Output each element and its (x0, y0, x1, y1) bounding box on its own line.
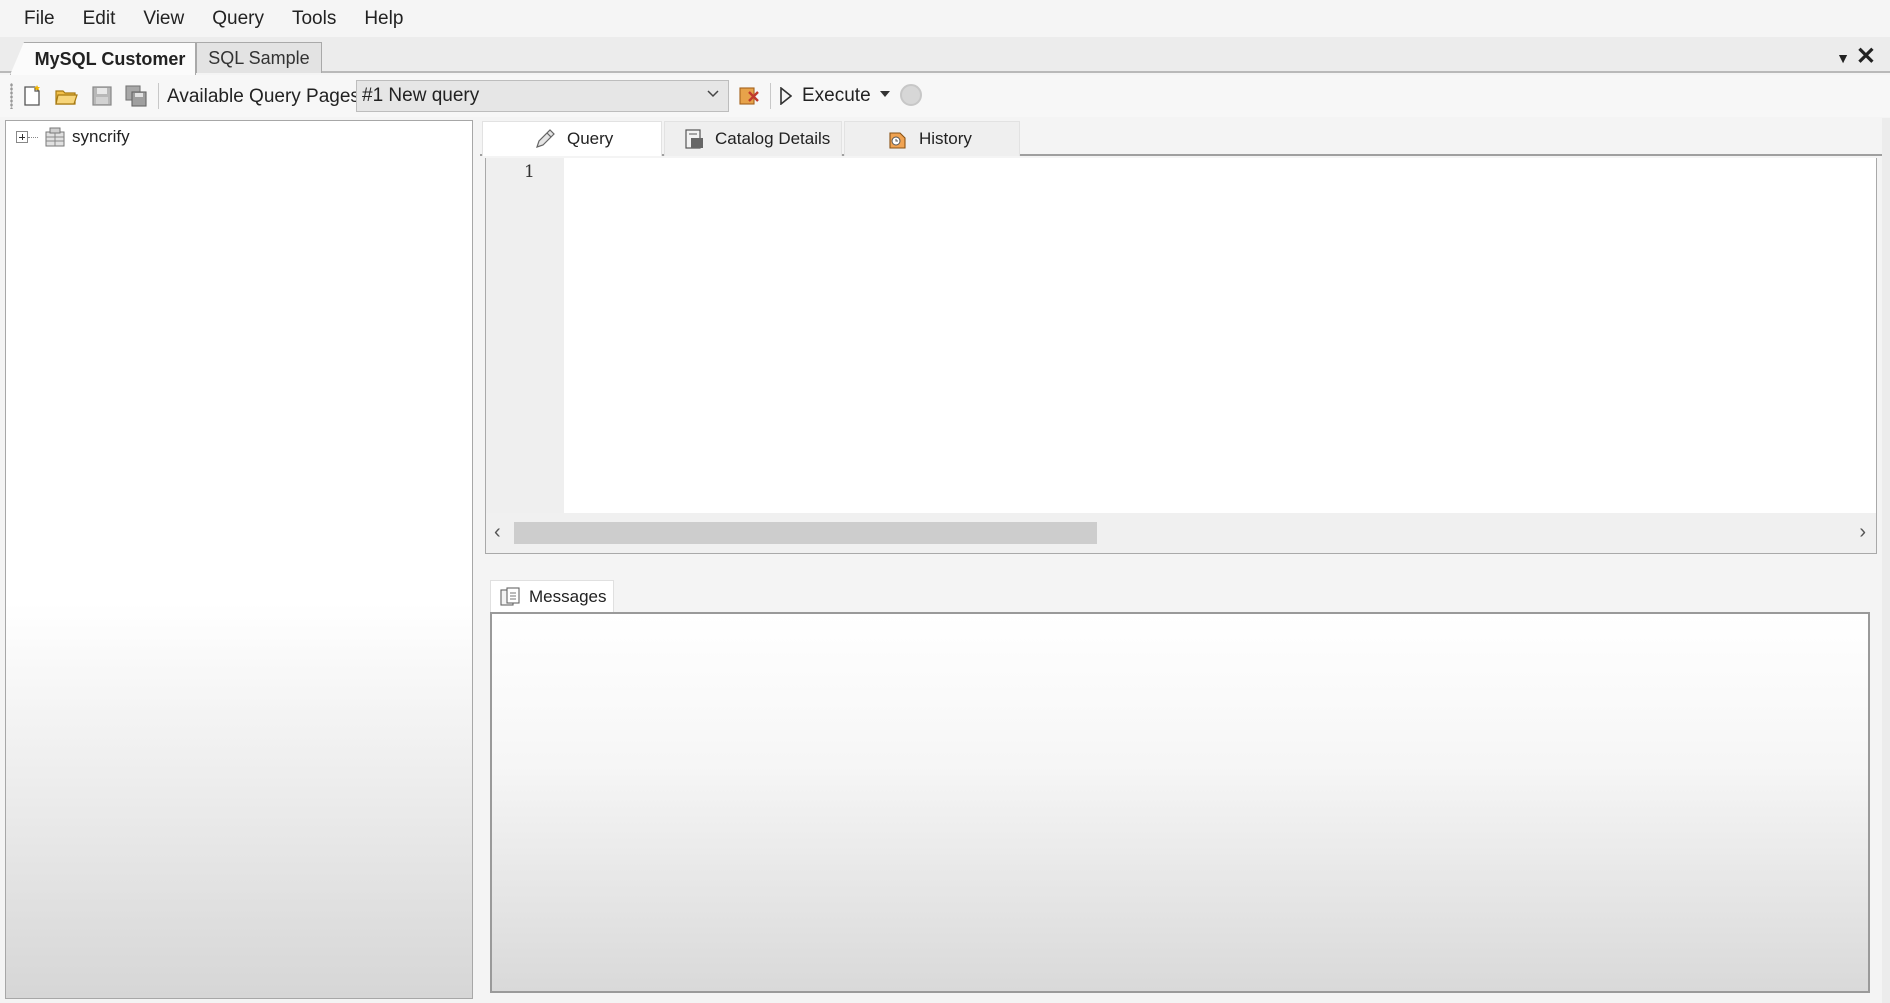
doc-tab-label: MySQL Customer (34, 48, 186, 69)
scroll-left-icon[interactable]: ‹ (494, 521, 501, 544)
expand-icon[interactable] (16, 131, 28, 143)
catalog-icon (685, 129, 703, 149)
tab-label: Messages (529, 586, 607, 606)
menu-view[interactable]: View (129, 8, 198, 30)
document-tab-strip: MySQL Customer SQL Sample ▼ ✕ (0, 37, 1890, 75)
doc-tab-label: SQL Sample (208, 47, 310, 68)
scrollbar-thumb[interactable] (514, 522, 1097, 544)
tab-label: Query (567, 129, 614, 148)
horizontal-scrollbar[interactable]: ‹ › (486, 513, 1876, 553)
tab-label: Catalog Details (715, 129, 831, 148)
doc-tab-sql-sample[interactable]: SQL Sample (196, 42, 322, 73)
close-icon[interactable]: ✕ (1856, 42, 1876, 71)
tab-messages[interactable]: Messages (490, 580, 614, 612)
database-icon (45, 127, 65, 147)
toolbar-grip[interactable] (10, 83, 13, 109)
sql-editor[interactable]: 1 ‹ › (485, 158, 1877, 554)
open-folder-icon[interactable] (54, 84, 78, 108)
save-all-icon[interactable] (124, 84, 148, 108)
tree-node-label: syncrify (72, 127, 130, 146)
scroll-right-icon[interactable]: › (1859, 521, 1866, 544)
pencil-icon (536, 129, 555, 148)
tab-list-dropdown-icon[interactable]: ▼ (1836, 50, 1850, 66)
menu-help[interactable]: Help (350, 8, 417, 30)
tab-label: History (919, 129, 972, 148)
messages-icon (500, 586, 520, 606)
query-editor-panel: Query Catalog Details History 1 ‹ › Mess… (480, 118, 1882, 999)
menu-edit[interactable]: Edit (69, 8, 130, 30)
tab-query[interactable]: Query (482, 121, 662, 156)
history-icon (889, 132, 906, 149)
database-tree-panel: syncrify (5, 120, 473, 999)
line-number-gutter: 1 (486, 158, 564, 514)
save-icon[interactable] (90, 84, 114, 108)
menu-file[interactable]: File (13, 8, 69, 30)
editor-tab-strip: Query Catalog Details History (480, 118, 1882, 156)
play-icon (780, 87, 792, 105)
execute-label: Execute (802, 85, 871, 106)
chevron-down-icon (707, 90, 719, 98)
execute-button[interactable]: Execute (780, 81, 871, 111)
window-edge (1882, 118, 1890, 1003)
clear-icon[interactable] (737, 84, 761, 108)
new-query-icon[interactable] (20, 84, 44, 108)
toolbar-separator (158, 83, 159, 109)
tab-catalog-details[interactable]: Catalog Details (664, 121, 842, 156)
tree-connector (28, 136, 38, 138)
toolbar-separator (770, 83, 771, 109)
available-query-pages-label: Available Query Pages: (167, 86, 366, 107)
query-page-select-value: #1 New query (362, 85, 480, 106)
menu-tools[interactable]: Tools (278, 8, 350, 30)
messages-panel (490, 612, 1870, 993)
code-text-area[interactable] (564, 158, 1876, 514)
query-page-select[interactable]: #1 New query (356, 80, 729, 112)
tree-node-syncrify[interactable]: syncrify (16, 127, 130, 147)
line-number: 1 (524, 162, 535, 182)
execute-dropdown-icon[interactable] (880, 91, 890, 97)
doc-tab-mysql-customer[interactable]: MySQL Customer (10, 42, 196, 75)
menu-query[interactable]: Query (198, 8, 278, 30)
menu-bar: File Edit View Query Tools Help (0, 0, 1890, 37)
app-window: File Edit View Query Tools Help MySQL Cu… (0, 0, 1890, 1003)
toolbar: Available Query Pages: #1 New query Exec… (0, 75, 1890, 117)
stop-icon[interactable] (900, 84, 922, 106)
tab-history[interactable]: History (844, 121, 1020, 156)
